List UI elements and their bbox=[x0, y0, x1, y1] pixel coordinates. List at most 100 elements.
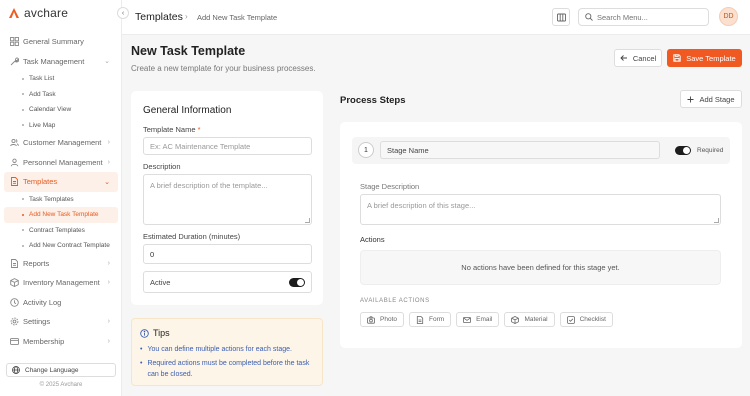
sidebar-item-label: Membership bbox=[23, 336, 65, 346]
duration-input[interactable]: 0 bbox=[143, 244, 312, 264]
change-language-label: Change Language bbox=[25, 366, 79, 374]
general-information-title: General Information bbox=[143, 105, 232, 116]
action-photo-button[interactable]: Photo bbox=[360, 312, 404, 327]
sidebar-subitem-calendar-view[interactable]: Calendar View bbox=[0, 102, 122, 118]
layout-toggle-button[interactable] bbox=[552, 8, 570, 26]
action-material-button[interactable]: Material bbox=[504, 312, 555, 327]
topbar: Templates › Add New Task Template DD bbox=[122, 0, 750, 35]
toggle-knob bbox=[683, 147, 690, 154]
toggle-knob bbox=[297, 279, 304, 286]
chevron-right-icon: › bbox=[107, 139, 110, 147]
chevron-right-icon: › bbox=[107, 318, 110, 326]
brand-name: avchare bbox=[24, 6, 69, 20]
stage-name-input[interactable]: Stage Name bbox=[380, 141, 660, 159]
stage-name-placeholder: Stage Name bbox=[387, 145, 429, 155]
copyright: © 2025 Avchare bbox=[39, 382, 83, 388]
sidebar-subitem-add-new-task-template[interactable]: Add New Task Template bbox=[4, 207, 118, 223]
description-label: Description bbox=[143, 162, 181, 171]
globe-icon bbox=[12, 366, 20, 374]
change-language-button[interactable]: Change Language bbox=[6, 363, 116, 377]
action-label: Photo bbox=[380, 316, 397, 323]
sidebar-subitem-add-task[interactable]: Add Task bbox=[0, 87, 122, 103]
tips-title: Tips bbox=[153, 328, 170, 338]
stage-card: 1 Stage Name Required Stage Description … bbox=[340, 122, 742, 348]
logo[interactable]: avchare bbox=[8, 6, 68, 20]
search-input[interactable] bbox=[597, 12, 697, 22]
sidebar-item-membership[interactable]: Membership › bbox=[0, 332, 122, 352]
action-label: Form bbox=[429, 316, 445, 323]
stage-description-textarea[interactable]: A brief description of this stage... bbox=[360, 194, 721, 225]
resize-handle-icon[interactable] bbox=[714, 218, 719, 223]
active-label: Active bbox=[150, 277, 171, 287]
document-icon bbox=[10, 177, 19, 187]
action-label: Material bbox=[524, 316, 548, 323]
bullet-icon: • bbox=[140, 346, 143, 353]
sidebar-item-templates[interactable]: Templates ⌄ bbox=[4, 172, 118, 192]
sidebar-item-label: Customer Management bbox=[23, 138, 102, 148]
chevron-right-icon: › bbox=[107, 337, 110, 345]
sidebar-item-task-management[interactable]: Task Management ⌄ bbox=[0, 52, 122, 72]
duration-label: Estimated Duration (minutes) bbox=[143, 232, 241, 241]
sidebar-subitem-add-new-contract-template[interactable]: Add New Contract Template bbox=[0, 238, 122, 254]
description-placeholder: A brief description of the template... bbox=[150, 181, 268, 190]
action-checklist-button[interactable]: Checklist bbox=[559, 312, 613, 327]
box-icon bbox=[511, 315, 520, 324]
sidebar-item-inventory-management[interactable]: Inventory Management › bbox=[0, 273, 122, 293]
save-template-button[interactable]: Save Template bbox=[667, 49, 742, 67]
stage-description-placeholder: A brief description of this stage... bbox=[367, 201, 476, 210]
sidebar: avchare General Summary Task Management … bbox=[0, 0, 122, 396]
template-name-input[interactable]: Ex: AC Maintenance Template bbox=[143, 137, 312, 155]
cancel-button[interactable]: Cancel bbox=[614, 49, 662, 67]
sidebar-subitem-label: Add New Task Template bbox=[29, 211, 99, 219]
empty-actions-message: No actions have been defined for this st… bbox=[360, 250, 721, 285]
sidebar-item-label: Activity Log bbox=[23, 297, 62, 307]
breadcrumb-separator-icon: › bbox=[185, 12, 188, 21]
chevron-down-icon: ⌄ bbox=[104, 178, 110, 186]
sidebar-subitem-label: Add New Contract Template bbox=[29, 242, 110, 250]
resize-handle-icon[interactable] bbox=[305, 218, 310, 223]
sidebar-subitem-task-templates[interactable]: Task Templates bbox=[0, 192, 122, 208]
action-form-button[interactable]: Form bbox=[409, 312, 452, 327]
tip-item: • You can define multiple actions for eac… bbox=[140, 344, 315, 355]
clock-icon bbox=[10, 298, 19, 307]
required-toggle[interactable] bbox=[675, 146, 691, 155]
sidebar-item-label: Inventory Management bbox=[23, 278, 100, 288]
sidebar-collapse-button[interactable]: ‹ bbox=[117, 7, 129, 19]
gear-icon bbox=[10, 317, 19, 326]
bullet-icon bbox=[22, 124, 24, 127]
logo-icon bbox=[9, 8, 19, 18]
active-toggle[interactable] bbox=[289, 278, 305, 287]
add-stage-button[interactable]: Add Stage bbox=[680, 90, 742, 108]
sidebar-item-customer-management[interactable]: Customer Management › bbox=[0, 133, 122, 153]
plus-icon bbox=[687, 96, 694, 103]
grid-icon bbox=[10, 37, 19, 47]
users-icon bbox=[10, 138, 19, 147]
sidebar-item-reports[interactable]: Reports › bbox=[0, 254, 122, 274]
description-textarea[interactable]: A brief description of the template... bbox=[143, 174, 312, 225]
sidebar-subitem-label: Task Templates bbox=[29, 195, 74, 203]
sidebar-subitem-label: Calendar View bbox=[29, 106, 72, 114]
sidebar-subitem-label: Contract Templates bbox=[29, 226, 85, 234]
form-icon bbox=[416, 315, 424, 324]
required-mark: * bbox=[197, 125, 201, 134]
search-box[interactable] bbox=[578, 8, 709, 26]
stage-description-label: Stage Description bbox=[360, 182, 420, 191]
template-name-label: Template Name * bbox=[143, 125, 201, 134]
bullet-icon bbox=[22, 93, 24, 96]
sidebar-item-label: Personnel Management bbox=[23, 157, 103, 167]
sidebar-subitem-live-map[interactable]: Live Map bbox=[0, 118, 122, 134]
chevron-down-icon: ⌄ bbox=[104, 58, 110, 66]
sidebar-item-activity-log[interactable]: Activity Log bbox=[0, 293, 122, 313]
sidebar-subitem-label: Live Map bbox=[29, 121, 56, 129]
breadcrumb-root[interactable]: Templates bbox=[135, 11, 183, 23]
avatar[interactable]: DD bbox=[719, 7, 738, 26]
stage-number: 1 bbox=[358, 142, 374, 158]
sidebar-item-personnel-management[interactable]: Personnel Management › bbox=[0, 153, 122, 173]
sidebar-subitem-contract-templates[interactable]: Contract Templates bbox=[0, 223, 122, 239]
action-email-button[interactable]: Email bbox=[456, 312, 500, 327]
bullet-icon bbox=[22, 77, 24, 80]
save-label: Save Template bbox=[686, 53, 736, 63]
sidebar-item-general-summary[interactable]: General Summary bbox=[0, 32, 122, 52]
sidebar-item-settings[interactable]: Settings › bbox=[0, 312, 122, 332]
sidebar-subitem-task-list[interactable]: Task List bbox=[0, 71, 122, 87]
